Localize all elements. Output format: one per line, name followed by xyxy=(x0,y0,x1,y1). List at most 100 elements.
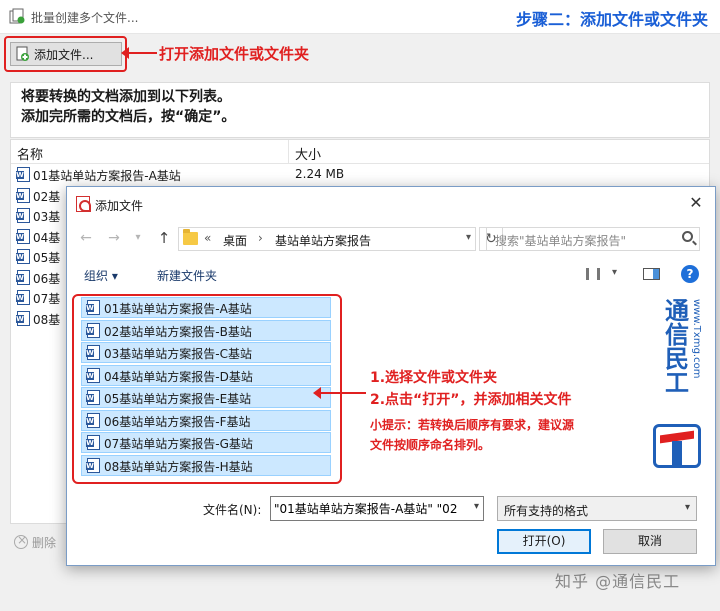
delete-label: 删除 xyxy=(32,535,57,550)
organize-menu[interactable]: 组织 ▾ xyxy=(84,267,118,284)
chevron-down-icon: ▾ xyxy=(684,502,690,513)
breadcrumb-folder[interactable]: 基站单站方案报告 xyxy=(275,232,371,249)
navigation-bar: ← → ▾ ↑ « 桌面 › 基站单站方案报告 ▾ ↻ 搜索"基站单站方案报告" xyxy=(67,225,715,253)
breadcrumb-overflow[interactable]: « xyxy=(204,231,211,245)
word-doc-icon xyxy=(16,208,30,223)
chevron-down-icon[interactable]: ▾ xyxy=(612,267,617,278)
chevron-down-icon[interactable]: ▾ xyxy=(466,232,471,243)
annotation-click-open: 2.点击“打开”，并添加相关文件 xyxy=(370,392,572,408)
list-item[interactable]: 08基站单站方案报告-H基站 xyxy=(81,454,331,476)
column-divider[interactable] xyxy=(288,140,289,164)
word-doc-icon xyxy=(86,300,100,315)
word-doc-icon xyxy=(86,390,100,405)
annotation-tip-line2: 文件按顺序命名排列。 xyxy=(370,438,491,452)
annotation-arrow xyxy=(121,47,157,59)
delete-icon xyxy=(14,533,28,549)
open-button[interactable]: 打开(O) xyxy=(497,529,591,554)
word-doc-icon xyxy=(16,187,30,203)
list-item-label: 03基站单站方案报告-C基站 xyxy=(104,347,252,361)
list-item[interactable]: 07基站单站方案报告-G基站 xyxy=(81,432,331,453)
list-item[interactable]: 04基站单站方案报告-D基站 xyxy=(81,364,331,386)
table-header: 名称 大小 xyxy=(11,140,709,164)
dialog-file-list[interactable]: 01基站单站方案报告-A基站 02基站单站方案报告-B基站 03基站单站方案报告… xyxy=(81,297,331,479)
dialog-titlebar[interactable]: 添加文件 ✕ xyxy=(67,187,715,221)
word-doc-icon xyxy=(16,167,30,182)
back-arrow-icon[interactable]: ← xyxy=(77,229,95,247)
word-doc-icon xyxy=(86,412,100,428)
cell-name: 02基 xyxy=(33,189,61,204)
cell-name: 05基 xyxy=(33,251,61,265)
word-doc-icon xyxy=(16,269,30,285)
search-icon[interactable] xyxy=(682,231,693,242)
view-options-icon[interactable] xyxy=(586,268,600,280)
chevron-right-icon[interactable]: › xyxy=(258,231,263,245)
word-doc-icon xyxy=(86,457,100,473)
list-item-label: 08基站单站方案报告-H基站 xyxy=(104,459,253,474)
window-titlebar: 批量创建多个文件... 步骤二：添加文件或文件夹 xyxy=(0,0,720,34)
add-file-dialog: 添加文件 ✕ ← → ▾ ↑ « 桌面 › 基站单站方案报告 ▾ ↻ 搜索"基站… xyxy=(66,186,716,566)
list-item[interactable]: 06基站单站方案报告-F基站 xyxy=(81,409,331,431)
file-type-select[interactable]: 所有支持的格式 ▾ xyxy=(497,496,697,521)
cell-name: 03基 xyxy=(33,210,61,224)
annotation-arrow xyxy=(313,387,366,399)
cell-name: 08基 xyxy=(33,312,61,327)
instructions-line1: 将要转换的文档添加到以下列表。 xyxy=(21,89,231,105)
list-item[interactable]: 03基站单站方案报告-C基站 xyxy=(81,342,331,363)
recent-locations-chevron-icon[interactable]: ▾ xyxy=(129,229,147,247)
up-arrow-icon[interactable]: ↑ xyxy=(155,229,173,247)
instructions-line2: 添加完所需的文档后，按“确定”。 xyxy=(21,109,236,125)
folder-icon xyxy=(183,229,198,245)
brand-url: www.Txmg.com xyxy=(691,299,702,379)
cell-name: 07基 xyxy=(33,292,61,306)
list-item[interactable]: 05基站单站方案报告-E基站 xyxy=(81,387,331,408)
annotation-tip: 小提示：若转换后顺序有要求，建议源 文件按顺序命名排列。 xyxy=(370,415,574,455)
dialog-title: 添加文件 xyxy=(95,199,144,213)
window-title: 批量创建多个文件... xyxy=(31,11,139,25)
chevron-down-icon[interactable]: ▾ xyxy=(474,501,479,512)
word-doc-icon xyxy=(16,290,30,305)
word-doc-icon xyxy=(86,345,100,360)
highlight-add-button xyxy=(4,36,127,72)
watermark: 知乎 @通信民工 xyxy=(555,572,681,591)
pdf-app-icon xyxy=(76,196,91,212)
preview-pane-icon[interactable] xyxy=(643,268,660,280)
cancel-button[interactable]: 取消 xyxy=(603,529,697,554)
word-doc-icon xyxy=(86,435,100,450)
word-doc-icon xyxy=(86,322,100,338)
new-folder-button[interactable]: 新建文件夹 xyxy=(157,267,217,284)
brand-t-icon xyxy=(653,424,701,468)
instructions-panel: 将要转换的文档添加到以下列表。 添加完所需的文档后，按“确定”。 xyxy=(10,82,710,138)
search-input[interactable]: 搜索"基站单站方案报告" xyxy=(486,227,700,251)
word-doc-icon xyxy=(86,367,100,383)
filename-input[interactable] xyxy=(274,500,462,517)
cell-name: 06基 xyxy=(33,271,61,286)
annotation-add-file: 打开添加文件或文件夹 xyxy=(159,45,310,63)
forward-arrow-icon[interactable]: → xyxy=(105,229,123,247)
brand-name: 通信民工 xyxy=(665,297,689,397)
list-item-label: 05基站单站方案报告-E基站 xyxy=(104,392,252,406)
address-bar[interactable]: « 桌面 › 基站单站方案报告 ▾ xyxy=(178,227,476,251)
step-title: 步骤二：添加文件或文件夹 xyxy=(515,10,708,29)
list-item[interactable]: 01基站单站方案报告-A基站 xyxy=(81,297,331,318)
cell-name: 01基站单站方案报告-A基站 xyxy=(33,169,181,183)
word-doc-icon xyxy=(16,249,30,264)
list-item[interactable]: 02基站单站方案报告-B基站 xyxy=(81,319,331,341)
list-item-label: 07基站单站方案报告-G基站 xyxy=(104,437,253,451)
column-header-size[interactable]: 大小 xyxy=(295,144,321,163)
annotation-steps: 1.选择文件或文件夹 2.点击“打开”，并添加相关文件 xyxy=(370,367,571,411)
filename-field[interactable]: ▾ xyxy=(270,496,484,521)
list-item-label: 01基站单站方案报告-A基站 xyxy=(104,302,252,316)
cell-name: 04基 xyxy=(33,230,61,245)
close-icon[interactable]: ✕ xyxy=(687,194,705,212)
filename-label: 文件名(N): xyxy=(203,503,262,517)
word-doc-icon xyxy=(16,310,30,326)
column-header-name[interactable]: 名称 xyxy=(17,144,43,163)
table-row[interactable]: 01基站单站方案报告-A基站 2.24 MB xyxy=(11,164,709,185)
search-placeholder: 搜索"基站单站方案报告" xyxy=(495,234,627,248)
dialog-toolbar: 组织 ▾ 新建文件夹 ▾ ? xyxy=(67,261,715,289)
breadcrumb-desktop[interactable]: 桌面 xyxy=(223,232,247,249)
help-icon[interactable]: ? xyxy=(681,265,699,283)
annotation-select: 1.选择文件或文件夹 xyxy=(370,370,498,386)
word-doc-icon xyxy=(16,228,30,244)
list-item-label: 06基站单站方案报告-F基站 xyxy=(104,414,251,429)
